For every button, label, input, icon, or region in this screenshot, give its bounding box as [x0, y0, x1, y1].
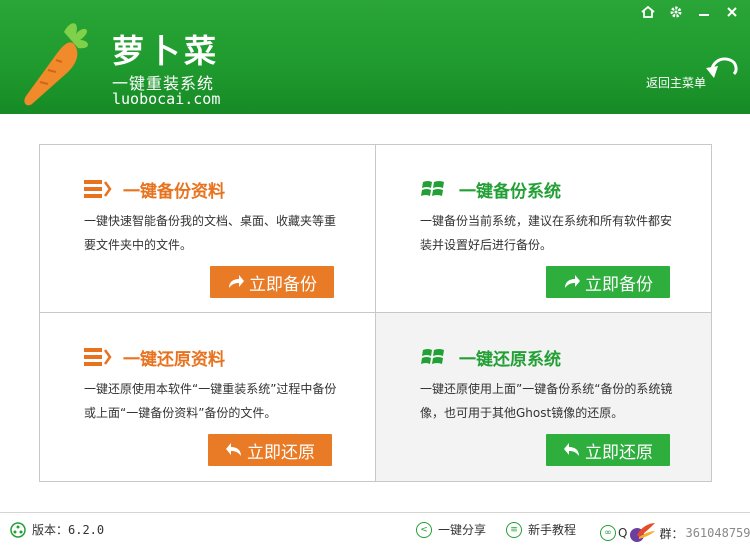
restore-system-button[interactable]: 立即还原: [546, 434, 670, 466]
back-to-main-label: 返回主菜单: [646, 76, 707, 90]
home-icon: [641, 6, 655, 18]
return-arrow-icon: [706, 57, 738, 78]
card-title: 一键备份资料: [123, 182, 225, 202]
close-icon: [727, 7, 737, 17]
carrot-logo-icon: [24, 23, 88, 106]
share-link[interactable]: < 一键分享: [416, 521, 486, 538]
button-label: 立即还原: [585, 442, 653, 463]
app-header: 萝卜菜 一键重装系统 luobocai.com 返回主菜单: [0, 0, 750, 114]
data-list-icon: [84, 348, 112, 366]
backup-data-button[interactable]: 立即备份: [210, 266, 334, 298]
home-button[interactable]: [636, 3, 660, 21]
card-title: 一键备份系统: [459, 182, 561, 202]
arrow-forward-icon: [229, 275, 244, 288]
minimize-icon: [699, 14, 709, 16]
button-label: 立即备份: [249, 274, 317, 295]
share-icon: <: [416, 521, 432, 538]
arrow-back-icon: [226, 443, 241, 456]
version-label: 版本：6.2.0: [32, 523, 105, 537]
arrow-forward-icon: [565, 275, 580, 288]
card-description: 一键备份当前系统，建议在系统和所有软件都安装并设置好后进行备份。: [420, 214, 673, 252]
qq-group-link[interactable]: ∞ Q 群： 361048759: [600, 521, 750, 545]
card-restore-system: 一键还原系统 一键还原使用上面”一键备份系统“备份的系统镜像，也可用于其他Gho…: [376, 313, 711, 481]
windows-logo-icon: [421, 181, 444, 196]
qq-group-label: 群：: [659, 526, 684, 541]
brand-website: luobocai.com: [112, 90, 221, 108]
feather-logo-icon: [630, 523, 656, 542]
card-description: 一键还原使用上面”一键备份系统“备份的系统镜像，也可用于其他Ghost镜像的还原…: [420, 382, 673, 420]
card-backup-data: 一键备份资料 一键快速智能备份我的文档、桌面、收藏夹等重要文件夹中的文件。 立即…: [40, 145, 376, 313]
backup-system-button[interactable]: 立即备份: [546, 266, 670, 298]
card-title: 一键还原系统: [459, 350, 561, 370]
minimize-button[interactable]: [692, 3, 716, 21]
qq-icon: ∞: [600, 525, 616, 541]
arrow-back-icon: [564, 443, 579, 456]
version-info: 版本：6.2.0: [10, 521, 104, 538]
tutorial-icon: ≡: [506, 521, 522, 538]
gear-icon: [670, 6, 682, 18]
status-bar: 版本：6.2.0 < 一键分享 ≡ 新手教程 ∞ Q 群： 361048759: [0, 512, 750, 545]
close-button[interactable]: [720, 3, 744, 21]
share-label: 一键分享: [438, 523, 487, 537]
button-label: 立即备份: [585, 274, 653, 295]
brand-name: 萝卜菜: [112, 32, 221, 70]
button-label: 立即还原: [247, 442, 315, 463]
card-title: 一键还原资料: [123, 350, 225, 370]
tutorial-link[interactable]: ≡ 新手教程: [506, 521, 576, 538]
back-to-main-menu[interactable]: 返回主菜单: [646, 52, 742, 96]
card-description: 一键快速智能备份我的文档、桌面、收藏夹等重要文件夹中的文件。: [84, 214, 337, 252]
card-restore-data: 一键还原资料 一键还原使用本软件“一键重装系统”过程中备份或上面“一键备份资料”…: [40, 313, 376, 481]
version-icon: [10, 521, 26, 538]
restore-data-button[interactable]: 立即还原: [208, 434, 332, 466]
window-controls: [636, 3, 744, 21]
action-panel: 一键备份资料 一键快速智能备份我的文档、桌面、收藏夹等重要文件夹中的文件。 立即…: [39, 144, 712, 482]
card-description: 一键还原使用本软件“一键重装系统”过程中备份或上面“一键备份资料”备份的文件。: [84, 382, 337, 420]
card-backup-system: 一键备份系统 一键备份当前系统，建议在系统和所有软件都安装并设置好后进行备份。 …: [376, 145, 711, 313]
qq-label: Q: [618, 526, 628, 540]
settings-button[interactable]: [664, 3, 688, 21]
tutorial-label: 新手教程: [528, 523, 577, 537]
app-logo: 萝卜菜 一键重装系统 luobocai.com: [14, 12, 234, 108]
qq-group-number: 361048759: [685, 526, 750, 540]
data-list-icon: [84, 180, 112, 198]
windows-logo-icon: [421, 349, 444, 364]
